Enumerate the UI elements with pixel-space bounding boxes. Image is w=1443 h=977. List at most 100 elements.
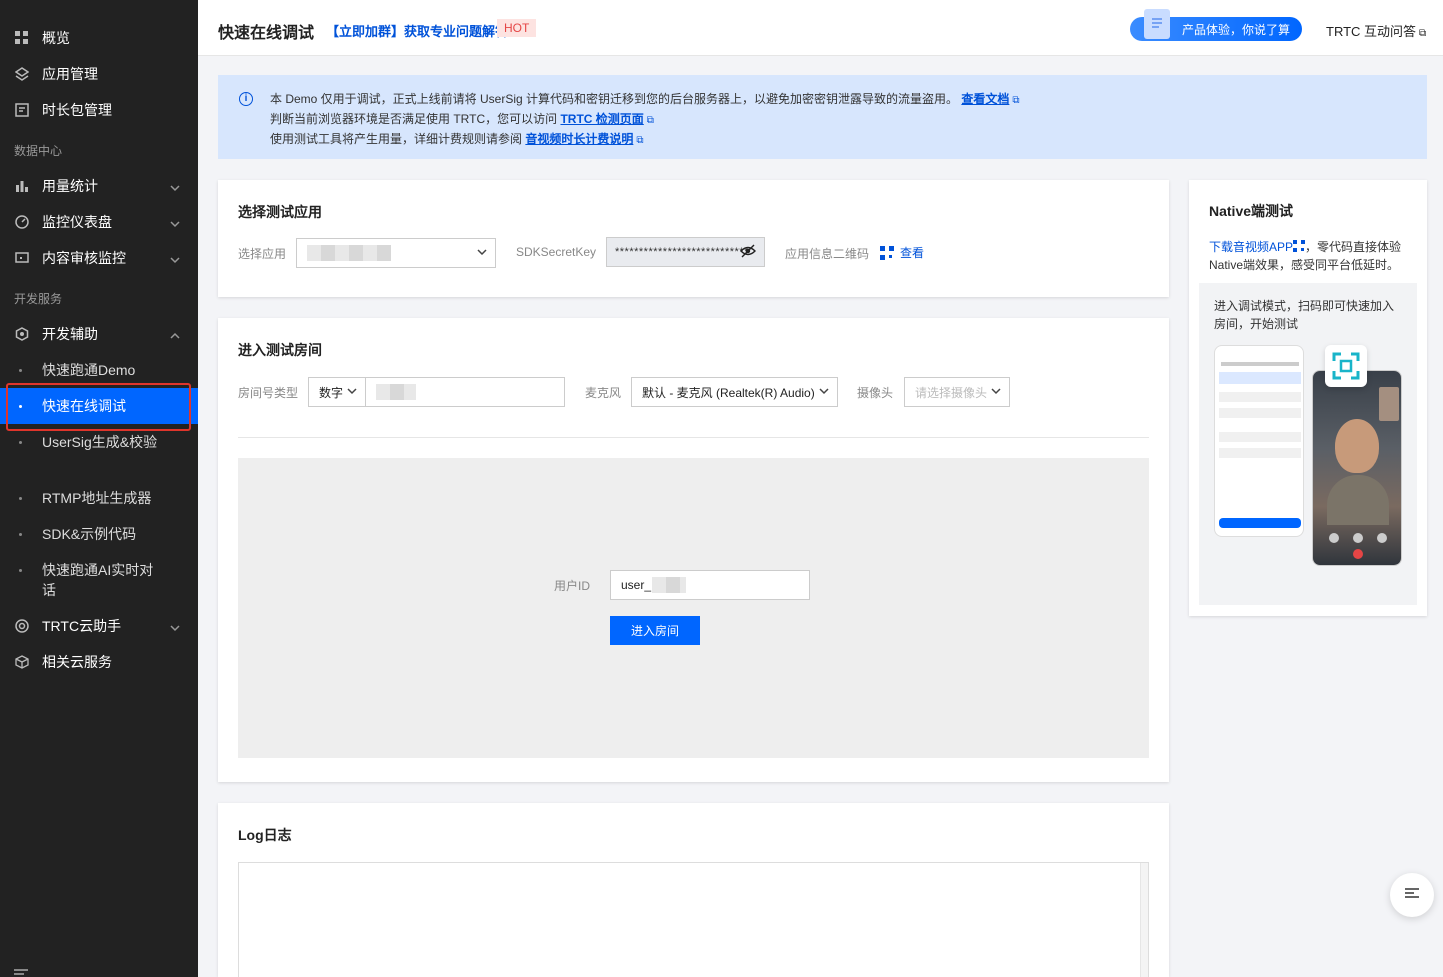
sidebar-sub-online-debug[interactable]: 快速在线调试: [0, 388, 198, 424]
chevron-down-icon: [347, 386, 357, 399]
enter-room-card: 进入测试房间 房间号类型 数字 麦克风 默认 - 麦克风 (Realtek(R)…: [218, 318, 1169, 782]
sidebar-group-dev-services: 开发服务: [14, 292, 63, 306]
room-id-input[interactable]: [365, 377, 565, 407]
sidebar-sub-rtmp[interactable]: RTMP地址生成器: [0, 480, 198, 516]
eye-off-icon[interactable]: [740, 244, 756, 261]
sidebar-item-dev-assist[interactable]: 开发辅助: [0, 316, 198, 352]
package-icon: [14, 102, 30, 118]
card-title: Log日志: [238, 827, 292, 843]
mock-row: [1219, 448, 1301, 458]
sidebar-item-content-review[interactable]: 内容审核监控: [0, 240, 198, 276]
mock-row: [1219, 392, 1301, 402]
sidebar-item-label: 相关云服务: [42, 654, 112, 670]
view-qr-link[interactable]: 查看: [880, 244, 924, 261]
sidebar-item-label: 概览: [42, 30, 70, 46]
cube-icon: [14, 654, 30, 670]
mock-row: [1219, 432, 1301, 442]
trtc-qa-link[interactable]: TRTC 互动问答 ⧉: [1326, 21, 1426, 40]
native-panel-text: 进入调试模式，扫码即可快速加入房间，开始测试: [1214, 299, 1395, 331]
qr-label: 应用信息二维码: [785, 247, 870, 261]
collapse-menu-icon[interactable]: [14, 966, 28, 977]
app-label: 选择应用: [238, 247, 287, 261]
secret-key-field: ****************************: [606, 237, 765, 267]
billing-doc-link[interactable]: 音视频时长计费说明: [525, 132, 633, 146]
mock-row: [1219, 408, 1301, 418]
banner-line-1: 本 Demo 仅用于调试，正式上线前请将 UserSig 计算代码和密钥迁移到您…: [270, 90, 1427, 110]
log-output[interactable]: [238, 862, 1149, 977]
sidebar-sub-label: 快速跑通AI实时对话: [42, 562, 154, 598]
sidebar-item-label: 监控仪表盘: [42, 214, 112, 230]
document-icon: [1144, 9, 1170, 39]
sidebar-item-label: 内容审核监控: [42, 250, 126, 266]
sidebar: 概览 应用管理 时长包管理 数据中心 用量统计 监控仪表盘 内容审核监控 开发服…: [0, 0, 198, 977]
banner-text: 使用测试工具将产生用量，详细计费规则请参阅: [270, 132, 523, 146]
external-link-icon: ⧉: [1012, 95, 1020, 106]
sidebar-group-data-center: 数据中心: [14, 144, 63, 158]
sidebar-item-usage-stats[interactable]: 用量统计: [0, 168, 198, 204]
banner-text: 判断当前浏览器环境是否满足使用 TRTC，您可以访问: [270, 112, 558, 126]
sidebar-item-package-management[interactable]: 时长包管理: [0, 92, 198, 128]
sidebar-sub-label: RTMP地址生成器: [42, 490, 152, 506]
join-group-link[interactable]: 【立即加群】获取专业问题解答: [326, 21, 508, 40]
chevron-down-icon: [477, 247, 487, 260]
sidebar-item-trtc-assistant[interactable]: TRTC云助手: [0, 608, 198, 644]
app-select[interactable]: [296, 238, 496, 268]
divider: [238, 437, 1149, 438]
log-scrollbar[interactable]: [1140, 863, 1148, 977]
phone-mockup-app: [1214, 345, 1304, 537]
feedback-label: 产品体验，你说了算: [1181, 22, 1290, 37]
info-icon: i: [239, 92, 253, 106]
chevron-down-icon: [170, 180, 180, 196]
card-title: 选择测试应用: [238, 204, 322, 220]
trtc-check-page-link[interactable]: TRTC 检测页面: [560, 112, 643, 126]
external-link-icon: ⧉: [1419, 28, 1427, 39]
sidebar-sub-demo[interactable]: 快速跑通Demo: [0, 352, 198, 388]
floating-menu-button[interactable]: [1390, 873, 1434, 917]
camera-placeholder: 请选择摄像头: [915, 385, 988, 400]
chevron-up-icon: [170, 328, 180, 344]
sidebar-item-overview[interactable]: 概览: [0, 20, 198, 56]
sidebar-sub-usersig[interactable]: UserSig生成&校验: [0, 424, 198, 480]
native-preview-panel: 进入调试模式，扫码即可快速加入房间，开始测试: [1199, 283, 1417, 605]
chevron-down-icon: [170, 620, 180, 636]
sidebar-item-label: TRTC云助手: [42, 618, 122, 634]
assistant-icon: [14, 618, 30, 634]
sidebar-item-related-services[interactable]: 相关云服务: [0, 644, 198, 680]
sidebar-sub-sdk[interactable]: SDK&示例代码: [0, 516, 198, 552]
monitor-icon: [14, 250, 30, 266]
mock-switch-button: [1377, 533, 1387, 543]
enter-room-button[interactable]: 进入房间: [610, 616, 700, 645]
sidebar-item-app-management[interactable]: 应用管理: [0, 56, 198, 92]
mic-select[interactable]: 默认 - 麦克风 (Realtek(R) Audio): [631, 377, 838, 407]
bullet-icon: [19, 533, 22, 536]
user-id-input[interactable]: user_: [610, 570, 810, 600]
page-title: 快速在线调试: [218, 25, 315, 42]
sidebar-sub-label: UserSig生成&校验: [42, 434, 158, 450]
secret-key-label: SDKSecretKey: [516, 245, 597, 259]
room-id-redacted: [376, 384, 416, 400]
banner-line-2: 判断当前浏览器环境是否满足使用 TRTC，您可以访问 TRTC 检测页面 ⧉: [270, 110, 1427, 130]
chevron-down-icon: [991, 386, 1001, 399]
view-docs-link[interactable]: 查看文档: [961, 92, 1009, 106]
hexagon-icon: [14, 326, 30, 342]
camera-label: 摄像头: [857, 386, 894, 400]
native-test-card: Native端测试 下载音视频APP ，零代码直接体验Native端效果，感受同平…: [1189, 180, 1427, 616]
sidebar-item-label: 应用管理: [42, 66, 98, 82]
select-app-card: 选择测试应用 选择应用 SDKSecretKey ***************…: [218, 180, 1169, 297]
sidebar-item-monitor-dashboard[interactable]: 监控仪表盘: [0, 204, 198, 240]
feedback-button[interactable]: 产品体验，你说了算: [1130, 9, 1302, 41]
download-app-link[interactable]: 下载音视频APP: [1209, 240, 1293, 254]
user-id-value: user_: [621, 578, 652, 592]
room-type-select[interactable]: 数字: [308, 377, 366, 407]
sidebar-sub-ai[interactable]: 快速跑通AI实时对话: [0, 552, 198, 608]
sidebar-item-label: 用量统计: [42, 178, 98, 194]
phone-mockup-video: [1312, 370, 1402, 566]
sidebar-sub-label: 快速在线调试: [42, 398, 126, 414]
chevron-down-icon: [819, 386, 829, 399]
mock-face: [1335, 419, 1379, 473]
mock-shoulders: [1327, 475, 1389, 525]
bullet-icon: [19, 369, 22, 372]
mock-enter-button: [1219, 518, 1301, 528]
hot-badge: HOT: [497, 19, 537, 37]
camera-select[interactable]: 请选择摄像头: [904, 377, 1010, 407]
